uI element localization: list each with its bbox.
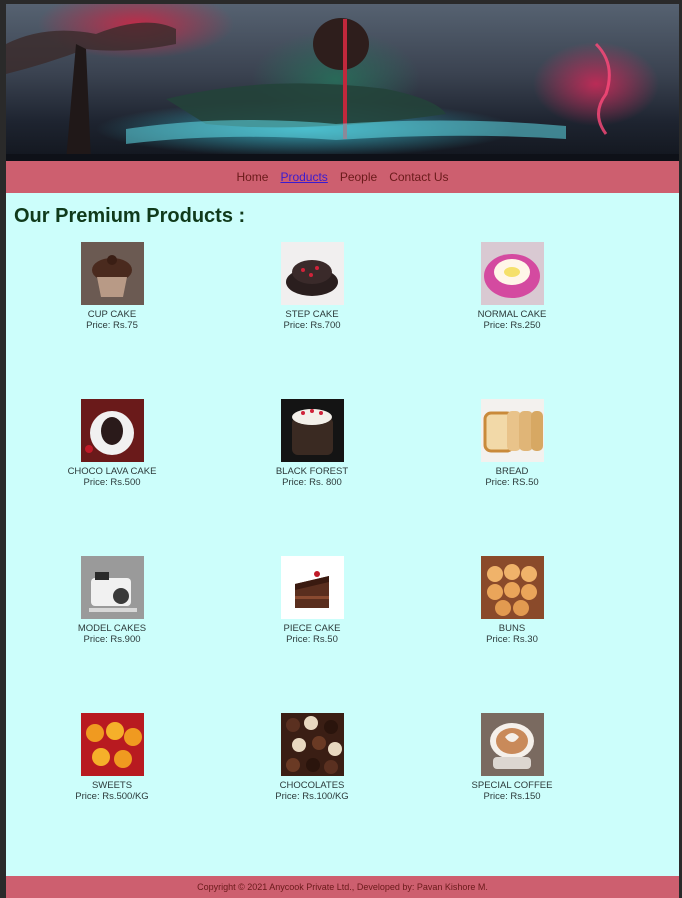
product-price: Price: Rs.900 (83, 634, 141, 645)
product-name: PIECE CAKE (283, 623, 341, 634)
buns-image (480, 556, 544, 619)
product-card[interactable]: BLACK FOREST Price: Rs. 800 (232, 399, 392, 488)
footer-copyright: Copyright © 2021 Anycook Private Ltd., D… (197, 882, 488, 892)
page-frame: Home Products People Contact Us Our Prem… (6, 4, 679, 898)
product-price: Price: Rs.150 (483, 791, 541, 802)
product-name: SPECIAL COFFEE (471, 780, 553, 791)
product-name: BREAD (495, 466, 529, 477)
sweets-image (80, 713, 144, 776)
step-cake-image (280, 242, 344, 305)
product-name: CHOCOLATES (279, 780, 345, 791)
product-card[interactable]: MODEL CAKES Price: Rs.900 (32, 556, 192, 645)
special-coffee-image (480, 713, 544, 776)
choco-lava-cake-image (80, 399, 144, 462)
nav-contact-us[interactable]: Contact Us (389, 170, 448, 184)
product-name: BLACK FOREST (275, 466, 349, 477)
black-forest-image (280, 399, 344, 462)
product-name: BUNS (498, 623, 526, 634)
nav-products[interactable]: Products (280, 170, 327, 184)
chocolates-image (280, 713, 344, 776)
nav-people[interactable]: People (340, 170, 377, 184)
page-title: Our Premium Products : (14, 205, 246, 227)
product-name: MODEL CAKES (77, 623, 147, 634)
product-price: Price: Rs.500/KG (75, 791, 149, 802)
cup-cake-image (80, 242, 144, 305)
product-price: Price: RS.50 (485, 477, 539, 488)
product-name: SWEETS (91, 780, 133, 791)
product-card[interactable]: BUNS Price: Rs.30 (432, 556, 592, 645)
product-price: Price: Rs.250 (483, 320, 541, 331)
product-card[interactable]: STEP CAKE Price: Rs.700 (232, 242, 392, 331)
product-card[interactable]: NORMAL CAKE Price: Rs.250 (432, 242, 592, 331)
product-price: Price: Rs.700 (283, 320, 341, 331)
product-name: CUP CAKE (87, 309, 137, 320)
product-name: NORMAL CAKE (477, 309, 547, 320)
product-card[interactable]: CHOCO LAVA CAKE Price: Rs.500 (32, 399, 192, 488)
piece-cake-image (280, 556, 344, 619)
bread-image (480, 399, 544, 462)
product-price: Price: Rs.100/KG (275, 791, 349, 802)
product-card[interactable]: SPECIAL COFFEE Price: Rs.150 (432, 713, 592, 802)
banner-artwork (6, 18, 679, 161)
product-card[interactable]: SWEETS Price: Rs.500/KG (32, 713, 192, 802)
product-price: Price: Rs.30 (486, 634, 538, 645)
product-card[interactable]: CHOCOLATES Price: Rs.100/KG (232, 713, 392, 802)
model-cakes-image (80, 556, 144, 619)
normal-cake-image (480, 242, 544, 305)
product-name: STEP CAKE (285, 309, 339, 320)
product-card[interactable]: BREAD Price: RS.50 (432, 399, 592, 488)
product-card[interactable]: PIECE CAKE Price: Rs.50 (232, 556, 392, 645)
product-price: Price: Rs. 800 (282, 477, 342, 488)
product-price: Price: Rs.50 (286, 634, 338, 645)
product-price: Price: Rs.75 (86, 320, 138, 331)
footer: Copyright © 2021 Anycook Private Ltd., D… (6, 876, 679, 898)
product-name: CHOCO LAVA CAKE (67, 466, 157, 477)
product-card[interactable]: CUP CAKE Price: Rs.75 (32, 242, 192, 331)
nav-home[interactable]: Home (236, 170, 268, 184)
product-price: Price: Rs.500 (83, 477, 141, 488)
main-nav: Home Products People Contact Us (6, 161, 679, 193)
header-banner-image (6, 4, 679, 161)
